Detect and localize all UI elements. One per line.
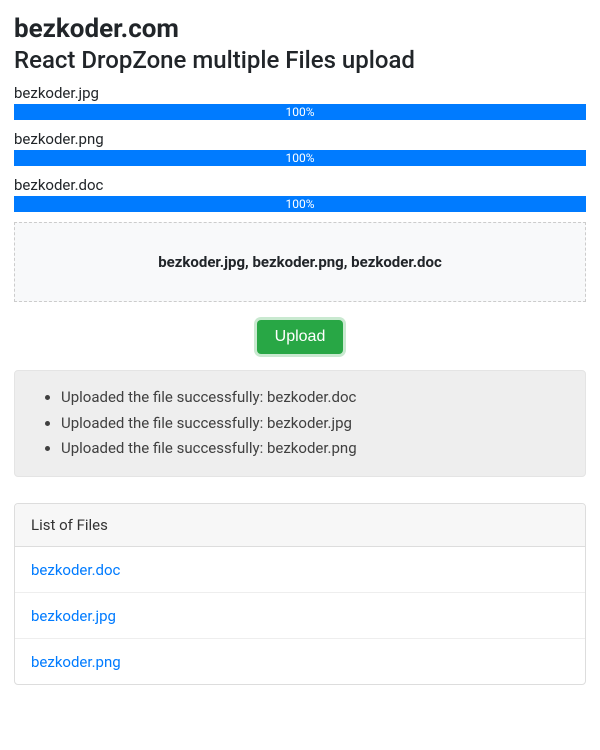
progress-item: bezkoder.jpg 100% bbox=[14, 84, 586, 120]
site-title: bezkoder.com bbox=[14, 14, 586, 44]
dropzone[interactable]: bezkoder.jpg, bezkoder.png, bezkoder.doc bbox=[14, 222, 586, 302]
upload-button[interactable]: Upload bbox=[257, 320, 344, 354]
upload-message: Uploaded the file successfully: bezkoder… bbox=[61, 411, 567, 437]
page-title: React DropZone multiple Files upload bbox=[14, 46, 586, 74]
progress-item: bezkoder.doc 100% bbox=[14, 176, 586, 212]
list-item: bezkoder.png bbox=[15, 639, 585, 684]
list-item: bezkoder.jpg bbox=[15, 593, 585, 639]
file-link[interactable]: bezkoder.doc bbox=[31, 561, 120, 579]
list-item: bezkoder.doc bbox=[15, 547, 585, 593]
upload-messages: Uploaded the file successfully: bezkoder… bbox=[14, 370, 586, 477]
progress-filename: bezkoder.png bbox=[14, 130, 586, 148]
progress-track: 100% bbox=[14, 150, 586, 166]
file-list: bezkoder.doc bezkoder.jpg bezkoder.png bbox=[15, 547, 585, 684]
progress-bar: 100% bbox=[14, 196, 586, 212]
upload-message: Uploaded the file successfully: bezkoder… bbox=[61, 436, 567, 462]
progress-track: 100% bbox=[14, 104, 586, 120]
upload-row: Upload bbox=[14, 320, 586, 354]
file-link[interactable]: bezkoder.png bbox=[31, 653, 121, 671]
file-list-card: List of Files bezkoder.doc bezkoder.jpg … bbox=[14, 503, 586, 685]
file-link[interactable]: bezkoder.jpg bbox=[31, 607, 116, 625]
progress-bar: 100% bbox=[14, 150, 586, 166]
progress-filename: bezkoder.doc bbox=[14, 176, 586, 194]
progress-track: 100% bbox=[14, 196, 586, 212]
upload-message: Uploaded the file successfully: bezkoder… bbox=[61, 385, 567, 411]
progress-bar: 100% bbox=[14, 104, 586, 120]
file-list-header: List of Files bbox=[15, 504, 585, 547]
progress-filename: bezkoder.jpg bbox=[14, 84, 586, 102]
progress-item: bezkoder.png 100% bbox=[14, 130, 586, 166]
dropzone-selected-files: bezkoder.jpg, bezkoder.png, bezkoder.doc bbox=[25, 253, 575, 271]
